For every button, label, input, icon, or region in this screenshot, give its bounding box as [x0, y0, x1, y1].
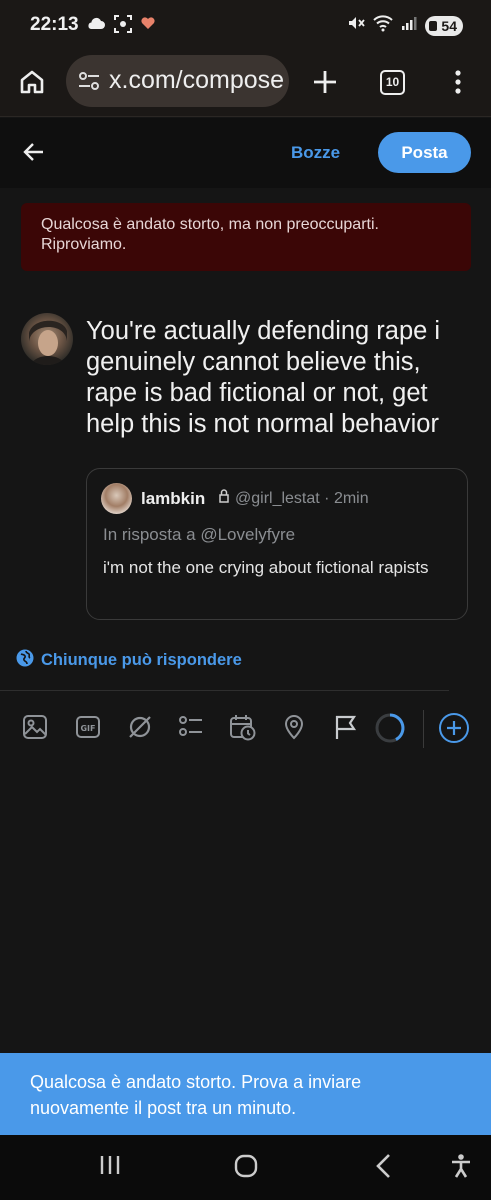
compose-toolbar: GIF: [0, 708, 491, 750]
home-icon[interactable]: [18, 68, 46, 101]
wifi-icon: [373, 14, 394, 37]
add-thread-icon[interactable]: [438, 712, 470, 749]
divider: [0, 690, 449, 691]
reply-setting-label: Chiunque può rispondere: [41, 651, 242, 669]
quoted-reply-to: In risposta a @Lovelyfyre: [103, 525, 296, 544]
svg-text:GIF: GIF: [80, 724, 95, 733]
recents-icon[interactable]: [98, 1153, 122, 1182]
site-settings-icon[interactable]: [78, 71, 100, 96]
status-bar: 22:13 54: [0, 0, 491, 50]
system-nav-bar: [0, 1135, 491, 1200]
heart-icon: [140, 15, 156, 38]
image-icon[interactable]: [22, 714, 48, 745]
browser-toolbar: x.com/compose 10: [0, 50, 491, 117]
quoted-name: lambkin: [141, 489, 206, 508]
quoted-avatar: [101, 483, 132, 514]
location-icon[interactable]: [283, 714, 305, 745]
mute-icon: [347, 14, 366, 37]
back-nav-icon[interactable]: [374, 1153, 394, 1184]
compose-header: Bozze Posta: [0, 118, 491, 188]
globe-icon: [16, 649, 34, 672]
signal-icon: [401, 15, 417, 36]
back-arrow-icon[interactable]: [22, 140, 46, 169]
quoted-text: i'm not the one crying about fictional r…: [103, 558, 429, 577]
error-banner: Qualcosa è andato storto, ma non preoccu…: [21, 203, 471, 271]
gif-icon[interactable]: GIF: [75, 714, 101, 745]
new-tab-icon[interactable]: [311, 68, 339, 101]
cloud-icon: [86, 15, 106, 38]
progress-ring-icon: [374, 712, 406, 749]
url-bar[interactable]: x.com/compose: [66, 55, 289, 107]
toolbar-separator: [423, 710, 424, 748]
reply-setting-button[interactable]: Chiunque può rispondere: [16, 649, 242, 672]
battery-icon: 54: [425, 15, 463, 36]
screenshot-icon: [114, 15, 132, 38]
drafts-button[interactable]: Bozze: [291, 143, 340, 163]
url-text: x.com/compose: [109, 66, 285, 94]
tweet-text-input[interactable]: You're actually defending rape i genuine…: [86, 316, 476, 440]
schedule-icon[interactable]: [229, 714, 257, 747]
avatar[interactable]: [21, 313, 73, 365]
more-menu-icon[interactable]: [448, 68, 468, 101]
quoted-post[interactable]: lambkin @girl_lestat · 2min In risposta …: [86, 468, 468, 620]
quoted-handle-time: @girl_lestat · 2min: [235, 490, 369, 507]
poll-icon[interactable]: [178, 714, 204, 745]
grok-icon[interactable]: [127, 714, 153, 745]
status-time: 22:13: [30, 14, 79, 35]
tab-switcher-button[interactable]: 10: [380, 70, 405, 95]
flag-icon[interactable]: [333, 714, 359, 745]
post-button[interactable]: Posta: [378, 132, 471, 173]
home-nav-icon[interactable]: [233, 1153, 259, 1184]
accessibility-icon[interactable]: [449, 1153, 473, 1184]
protected-account-icon: [218, 488, 230, 509]
error-toast: Qualcosa è andato storto. Prova a inviar…: [0, 1053, 491, 1135]
